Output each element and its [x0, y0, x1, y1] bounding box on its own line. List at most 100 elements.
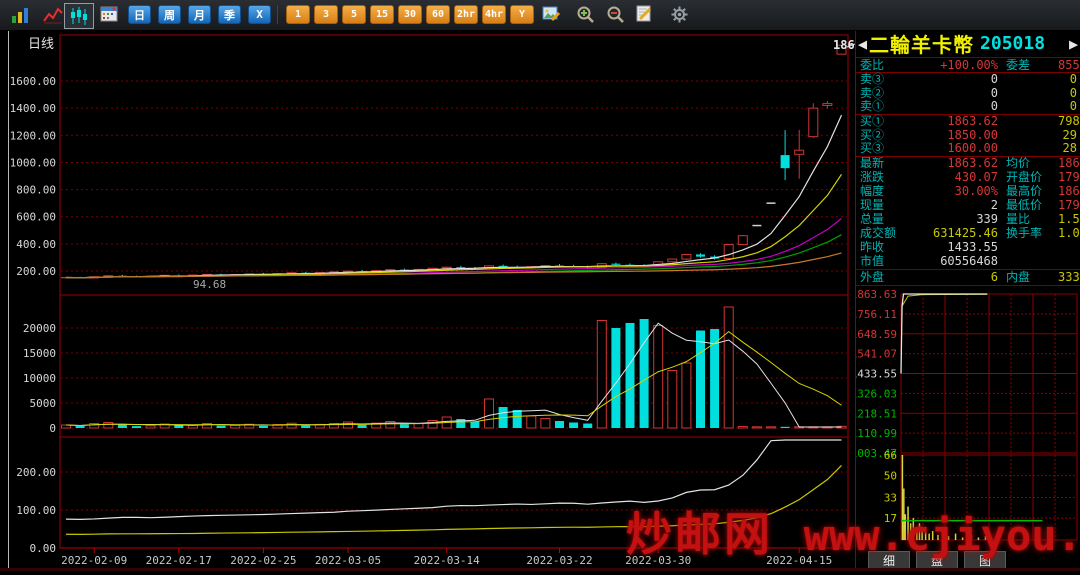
svg-text:2022-02-09: 2022-02-09: [61, 554, 127, 567]
weibi-value: +100.00%: [906, 59, 998, 72]
daily-kline-chart[interactable]: 1600.001400.001200.001000.00800.00600.00…: [0, 30, 855, 571]
period-button-X[interactable]: X: [248, 5, 271, 24]
svg-text:15000: 15000: [23, 347, 56, 360]
svg-text:1756.11: 1756.11: [856, 308, 897, 321]
intraday-mini-chart[interactable]: 1863.631756.111648.591541.071433.551326.…: [856, 282, 1080, 550]
period-button-日[interactable]: 日: [128, 5, 151, 24]
svg-text:1326.03: 1326.03: [856, 387, 897, 400]
stat-label2: 换手率: [998, 227, 1058, 240]
line-chart-view-icon[interactable]: [42, 5, 64, 25]
daily-chart-region: 1600.001400.001200.001000.00800.00600.00…: [0, 30, 855, 571]
stat-label: 最新: [856, 157, 906, 170]
settings-icon[interactable]: [670, 5, 689, 24]
next-stock-arrow-icon[interactable]: ▶: [1067, 35, 1080, 53]
period-button-30[interactable]: 30: [398, 5, 422, 24]
svg-text:1400.00: 1400.00: [10, 102, 56, 115]
weibi-label: 委比: [856, 59, 906, 72]
period-button-15[interactable]: 15: [370, 5, 394, 24]
grid-layer: 1600.001400.001200.001000.00800.00600.00…: [10, 35, 848, 555]
svg-text:2022-04-15: 2022-04-15: [766, 554, 832, 567]
svg-text:33: 33: [884, 492, 897, 505]
stock-code: 205018: [980, 33, 1045, 54]
stat-label: 涨跌: [856, 171, 906, 184]
period-button-60[interactable]: 60: [426, 5, 450, 24]
stat-value2: 1863.62: [1058, 185, 1080, 198]
calendar-view-icon[interactable]: [100, 5, 118, 23]
stat-label: 幅度: [856, 185, 906, 198]
volume-bars-layer: [62, 307, 847, 428]
svg-text:0: 0: [49, 422, 56, 435]
period-button-4hr[interactable]: 4hr: [482, 5, 506, 24]
svg-text:400.00: 400.00: [16, 238, 56, 251]
bid-price: 1600.00: [906, 142, 998, 155]
candles-layer: [62, 45, 847, 278]
bid-label: 买①: [856, 115, 906, 128]
period-button-2hr[interactable]: 2hr: [454, 5, 478, 24]
bid-amount: 798: [1058, 115, 1080, 128]
notes-icon[interactable]: [636, 5, 653, 23]
ask-amount: 0: [1058, 73, 1080, 86]
ask-label: 卖①: [856, 100, 906, 113]
stat-value: 1433.55: [906, 241, 998, 254]
bid-price: 1850.00: [906, 129, 998, 142]
ask-price: 0: [906, 100, 998, 113]
svg-text:0.00: 0.00: [30, 542, 57, 555]
ask-label: 卖②: [856, 87, 906, 100]
period-button-周[interactable]: 周: [158, 5, 181, 24]
stat-row: 涨跌430.07开盘价1798.00: [856, 171, 1080, 185]
bar-chart-view-icon[interactable]: [10, 5, 30, 25]
period-button-1[interactable]: 1: [286, 5, 310, 24]
intraday-mini-charts: 1863.631756.111648.591541.071433.551326.…: [856, 282, 1080, 550]
svg-text:17: 17: [884, 512, 897, 525]
svg-text:10000: 10000: [23, 372, 56, 385]
svg-text:1863.63: 1863.63: [856, 288, 897, 301]
stat-row: 幅度30.00%最高价1863.62: [856, 185, 1080, 199]
stock-header: ◀ 二輪羊卡幣 205018 ▶: [856, 30, 1080, 58]
stat-label: 成交额: [856, 227, 906, 240]
stat-label2: 最高价: [998, 185, 1058, 198]
stat-label: 市值: [856, 255, 906, 268]
ask-row: 卖②00: [856, 87, 1080, 101]
zoom-out-icon[interactable]: [606, 5, 626, 24]
stat-row: 现量2最低价1798.00: [856, 199, 1080, 213]
toolbar-divider: [277, 5, 278, 24]
svg-text:1433.55: 1433.55: [856, 368, 897, 381]
period-button-月[interactable]: 月: [188, 5, 211, 24]
svg-text:66: 66: [884, 449, 897, 462]
bid-row: 买③1600.0028: [856, 142, 1080, 156]
stat-row: 最新1863.62均价1862.61: [856, 157, 1080, 171]
stat-value2: 1.04%: [1058, 227, 1080, 240]
period-pane-label: 日线: [28, 33, 54, 52]
mini-grid-layer: 1863.631756.111648.591541.071433.551326.…: [856, 288, 1077, 540]
bid-amount: 29: [1058, 129, 1080, 142]
svg-text:2022-02-17: 2022-02-17: [146, 554, 212, 567]
stat-value2: 1862.61: [1058, 157, 1080, 170]
candlestick-view-icon[interactable]: [64, 3, 94, 29]
svg-text:200.00: 200.00: [16, 466, 56, 479]
period-button-季[interactable]: 季: [218, 5, 241, 24]
zoom-in-icon[interactable]: [576, 5, 596, 24]
screenshot-icon[interactable]: [542, 5, 561, 23]
stat-value: 339: [906, 213, 998, 226]
weibi-row: 委比 +100.00% 委差 855: [856, 58, 1080, 73]
svg-text:2022-02-25: 2022-02-25: [230, 554, 296, 567]
svg-text:1600.00: 1600.00: [10, 75, 56, 88]
bid-label: 买③: [856, 142, 906, 155]
prev-stock-arrow-icon[interactable]: ◀: [856, 35, 869, 53]
period-button-Y[interactable]: Y: [510, 5, 534, 24]
stat-label2: 开盘价: [998, 171, 1058, 184]
period-button-5[interactable]: 5: [342, 5, 366, 24]
svg-text:1200.00: 1200.00: [10, 129, 56, 142]
low-annotation: 94.68: [193, 278, 226, 291]
stat-label: 昨收: [856, 241, 906, 254]
x-axis-layer: 2022-02-092022-02-172022-02-252022-03-05…: [61, 548, 832, 567]
weicha-label: 委差: [998, 59, 1058, 72]
svg-text:5000: 5000: [30, 397, 57, 410]
svg-text:1000.00: 1000.00: [10, 156, 56, 169]
period-button-3[interactable]: 3: [314, 5, 338, 24]
stat-value: 60556468: [906, 255, 998, 268]
svg-text:100.00: 100.00: [16, 504, 56, 517]
toolbar: 日周月季X1351530602hr4hrY: [0, 0, 1080, 31]
trading-app-window: { "toolbar": { "view_icons": [ {"name": …: [0, 0, 1080, 571]
stat-value: 30.00%: [906, 185, 998, 198]
